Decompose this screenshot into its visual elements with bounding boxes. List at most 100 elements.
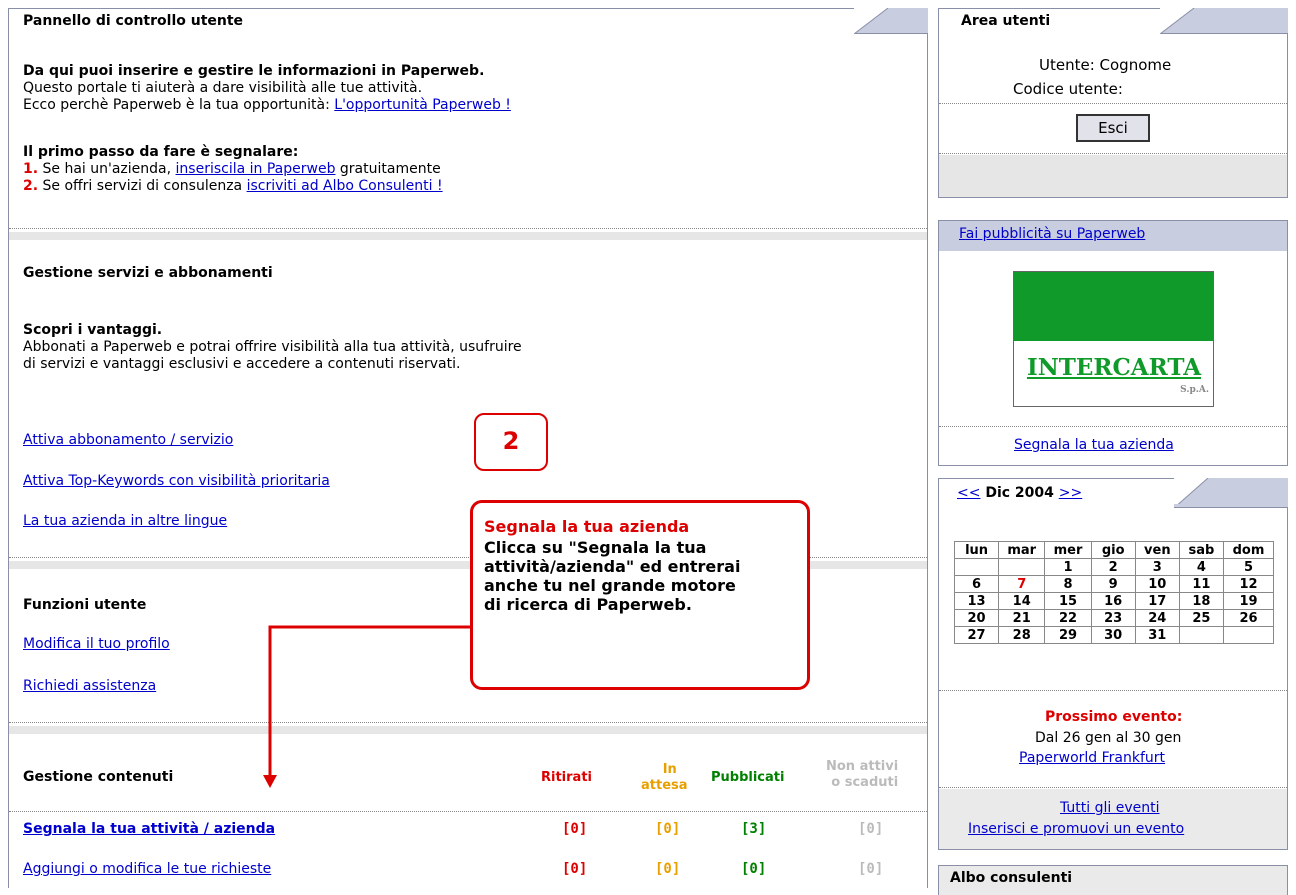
calendar-day: 31 [1134, 626, 1180, 644]
calendar-day [1178, 626, 1224, 644]
calendar-day: 6 [953, 575, 1000, 593]
calendar-day: 3 [1134, 558, 1180, 576]
request-assistance-link[interactable]: Richiedi assistenza [23, 678, 156, 695]
activate-subscription-link[interactable]: Attiva abbonamento / servizio [23, 432, 233, 449]
intro-line-2: Questo portale ti aiuterà a dare visibil… [23, 80, 423, 96]
control-panel-header: Pannello di controllo utente [8, 8, 928, 34]
callout-line: attività/azienda" ed entrerai [484, 557, 741, 576]
divider [9, 811, 927, 812]
callout-title: Segnala la tua azienda [484, 517, 690, 536]
divider [939, 103, 1287, 104]
col-in-attesa: In attesa [641, 762, 688, 794]
weekday: lun [953, 541, 1000, 559]
divider [939, 153, 1287, 154]
calendar-day: 25 [1178, 609, 1224, 627]
step-text: Se hai un'azienda, [38, 161, 176, 177]
calendar-day: 14 [998, 592, 1046, 610]
calendar-next-link[interactable]: >> [1059, 485, 1082, 501]
opportunity-link[interactable]: L'opportunità Paperweb ! [334, 97, 511, 113]
header-slant-icon [854, 8, 889, 34]
divider [9, 228, 927, 229]
report-company-side-link[interactable]: Segnala la tua azienda [1014, 437, 1174, 454]
register-company-link[interactable]: inseriscila in Paperweb [176, 161, 336, 177]
calendar-day: 9 [1090, 575, 1136, 593]
calendar-week: 27 28 29 30 31 [953, 626, 1275, 644]
logo-text: INTERCARTA [1026, 354, 1202, 381]
count-attesa: [0] [655, 861, 681, 877]
calendar-day [998, 558, 1046, 576]
calendar-day: 17 [1134, 592, 1180, 610]
callout-line: di ricerca di Paperweb. [484, 595, 692, 614]
report-company-link[interactable]: Segnala la tua attività / azienda [23, 821, 275, 838]
user-name: Utente: Cognome [1039, 56, 1172, 74]
calendar-day: 11 [1178, 575, 1224, 593]
services-desc-1: Abbonati a Paperweb e potrai offrire vis… [23, 339, 522, 355]
calendar-grid: lun mar mer gio ven sab dom 12345 6 7 8 9 10… [953, 541, 1275, 644]
next-event-label: Prossimo evento: [1045, 709, 1183, 725]
calendar-day: 20 [953, 609, 1000, 627]
calendar-day-today: 7 [998, 575, 1046, 593]
calendar-day: 23 [1090, 609, 1136, 627]
ads-header: Fai pubblicità su Paperweb [939, 221, 1287, 251]
albo-title: Albo consulenti [950, 870, 1073, 886]
weekday: mar [998, 541, 1046, 559]
services-subtitle: Scopri i vantaggi. [23, 322, 163, 338]
user-area-title: Area utenti [938, 8, 1160, 34]
user-area-footer [939, 155, 1287, 197]
control-panel-title: Pannello di controllo utente [8, 8, 854, 34]
calendar-prev-link[interactable]: << [957, 485, 980, 501]
intro-line-3-text: Ecco perchè Paperweb è la tua opportunit… [23, 97, 335, 113]
calendar-day: 2 [1090, 558, 1136, 576]
manage-requests-link[interactable]: Aggiungi o modifica le tue richieste [23, 861, 271, 878]
col-in-attesa-2: attesa [641, 778, 688, 793]
intro-title: Da qui puoi inserire e gestire le inform… [23, 63, 485, 79]
callout-line: anche tu nel grande motore [484, 576, 736, 595]
callout-box: Segnala la tua azienda Clicca su "Segnal… [470, 500, 810, 690]
weekday: dom [1222, 541, 1275, 559]
calendar-day: 15 [1044, 592, 1092, 610]
company-other-languages-link[interactable]: La tua azienda in altre lingue [23, 513, 227, 530]
col-non-attivi-1: Non attivi [826, 759, 899, 774]
calendar-day: 13 [953, 592, 1000, 610]
user-code: Codice utente: [1013, 80, 1123, 98]
col-ritirati: Ritirati [541, 770, 592, 785]
weekday: mer [1044, 541, 1092, 559]
calendar-week: 12345 [953, 558, 1275, 576]
calendar-day [953, 558, 1000, 576]
activate-top-keywords-link[interactable]: Attiva Top-Keywords con visibilità prior… [23, 473, 330, 490]
next-event-link[interactable]: Paperworld Frankfurt [1019, 750, 1165, 767]
callout-arrow-icon [263, 625, 472, 788]
count-attesa: [0] [655, 821, 681, 837]
edit-profile-link[interactable]: Modifica il tuo profilo [23, 636, 170, 653]
all-events-link[interactable]: Tutti gli eventi [1060, 800, 1160, 817]
step-text: gratuitamente [335, 161, 441, 177]
calendar-day: 12 [1222, 575, 1275, 593]
calendar-day: 1 [1044, 558, 1092, 576]
count-non-attivi: [0] [858, 821, 884, 837]
step-number: 2 [502, 427, 520, 455]
promote-event-link[interactable]: Inserisci e promuovi un evento [968, 821, 1184, 838]
calendar-day: 30 [1090, 626, 1136, 644]
count-non-attivi: [0] [858, 861, 884, 877]
calendar-day: 28 [998, 626, 1046, 644]
intercarta-logo[interactable]: INTERCARTA S.p.A. [1013, 271, 1214, 407]
count-pubblicati: [0] [741, 861, 767, 877]
callout-body: Clicca su "Segnala la tua attività/azien… [484, 538, 807, 614]
step-number: 1. [23, 161, 39, 177]
weekday: sab [1178, 541, 1224, 559]
step-badge: 2 [474, 413, 548, 471]
first-step-item-1: 1. Se hai un'azienda, inseriscila in Pap… [23, 161, 441, 178]
calendar-week: 20 21 22 23 24 25 26 [953, 609, 1275, 627]
services-desc-2: di servizi e vantaggi esclusivi e accede… [23, 356, 461, 372]
calendar-week: 6 7 8 9 10 11 12 [953, 575, 1275, 593]
col-in-attesa-1: In [662, 762, 677, 777]
calendar-day: 10 [1134, 575, 1180, 593]
weekday: gio [1090, 541, 1136, 559]
logout-button[interactable]: Esci [1076, 114, 1150, 142]
albo-consulenti-link[interactable]: iscriviti ad Albo Consulenti ! [247, 178, 443, 194]
user-area-header: Area utenti [938, 8, 1288, 34]
col-non-attivi-2: o scaduti [831, 775, 899, 790]
advertise-link[interactable]: Fai pubblicità su Paperweb [959, 226, 1145, 242]
intro-line-3: Ecco perchè Paperweb è la tua opportunit… [23, 97, 511, 114]
first-step-title: Il primo passo da fare è segnalare: [23, 144, 299, 160]
